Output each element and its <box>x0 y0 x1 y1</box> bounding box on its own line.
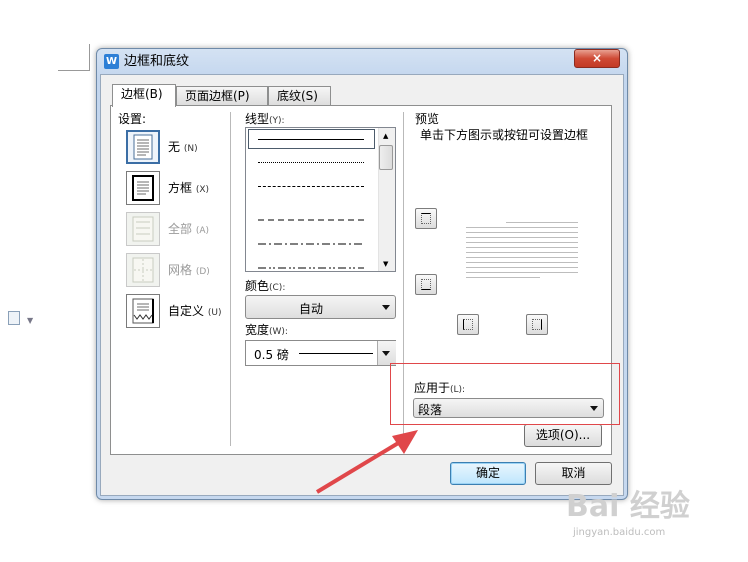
color-dropdown[interactable]: 自动 <box>245 295 396 319</box>
watermark-brand: Bai 经验 <box>566 489 690 524</box>
chevron-down-icon <box>382 351 390 356</box>
dialog-title: 边框和底纹 <box>124 54 190 69</box>
setting-all-label: 全部 (A) <box>168 222 210 236</box>
line-style-dotted[interactable] <box>258 162 364 163</box>
scrollbar-thumb[interactable] <box>379 145 393 170</box>
bottom-border-button[interactable] <box>415 274 437 295</box>
setting-none-icon[interactable] <box>126 130 160 164</box>
setting-box-label[interactable]: 方框 (X) <box>168 181 209 197</box>
setting-all-icon <box>126 212 160 246</box>
chevron-down-icon <box>382 305 390 310</box>
color-value: 自动 <box>298 302 323 316</box>
options-button[interactable]: 选项(O)... <box>524 424 602 447</box>
line-style-dash-large[interactable] <box>258 210 364 224</box>
preview-area[interactable] <box>466 220 578 282</box>
close-button[interactable]: × <box>574 49 620 68</box>
ok-button[interactable]: 确定 <box>450 462 526 485</box>
watermark-url: jingyan.baidu.com <box>573 527 666 538</box>
tab-page-borders[interactable]: 页面边框(P) <box>176 86 268 106</box>
annotation-arrow <box>315 430 418 494</box>
right-border-button[interactable] <box>526 314 548 335</box>
top-border-button[interactable] <box>415 208 437 229</box>
preview-hint: 单击下方图示或按钮可设置边框 <box>420 128 589 142</box>
tab-shading[interactable]: 底纹(S) <box>268 86 331 106</box>
line-style-dash-small[interactable] <box>258 186 364 187</box>
wps-app-icon: W <box>104 54 119 69</box>
annotation-highlight-box <box>390 363 620 425</box>
setting-custom-label[interactable]: 自定义 (U) <box>168 304 221 320</box>
scroll-up-icon[interactable]: ▲ <box>383 132 388 140</box>
left-border-button[interactable] <box>457 314 479 335</box>
line-style-solid[interactable] <box>258 139 364 140</box>
settings-label: 设置: <box>118 112 147 126</box>
line-style-dash-dot[interactable] <box>258 234 364 248</box>
preview-label: 预览 <box>415 112 440 126</box>
separator <box>230 112 231 446</box>
width-value: 0.5 磅 <box>254 348 289 362</box>
setting-none-label[interactable]: 无 (N) <box>168 140 198 156</box>
width-label: 宽度(W): <box>245 323 288 337</box>
cancel-button[interactable]: 取消 <box>535 462 612 485</box>
setting-grid-label: 网格 (D) <box>168 263 210 277</box>
line-style-dash-dot-dot[interactable] <box>258 258 364 272</box>
width-dropdown[interactable]: 0.5 磅 <box>245 340 396 366</box>
setting-box-icon[interactable] <box>126 171 160 205</box>
tab-borders[interactable]: 边框(B) <box>112 84 176 107</box>
setting-custom-icon[interactable] <box>126 294 160 328</box>
paragraph-options-icon[interactable] <box>8 311 20 325</box>
chevron-down-icon[interactable]: ▼ <box>27 316 33 325</box>
setting-grid-icon <box>126 253 160 287</box>
scroll-down-icon[interactable]: ▼ <box>383 260 388 268</box>
document-margin-line <box>58 70 90 71</box>
line-style-label: 线型(Y): <box>245 112 285 126</box>
color-label: 颜色(C): <box>245 279 286 293</box>
width-line-sample <box>299 353 373 354</box>
document-margin-corner <box>89 44 90 71</box>
